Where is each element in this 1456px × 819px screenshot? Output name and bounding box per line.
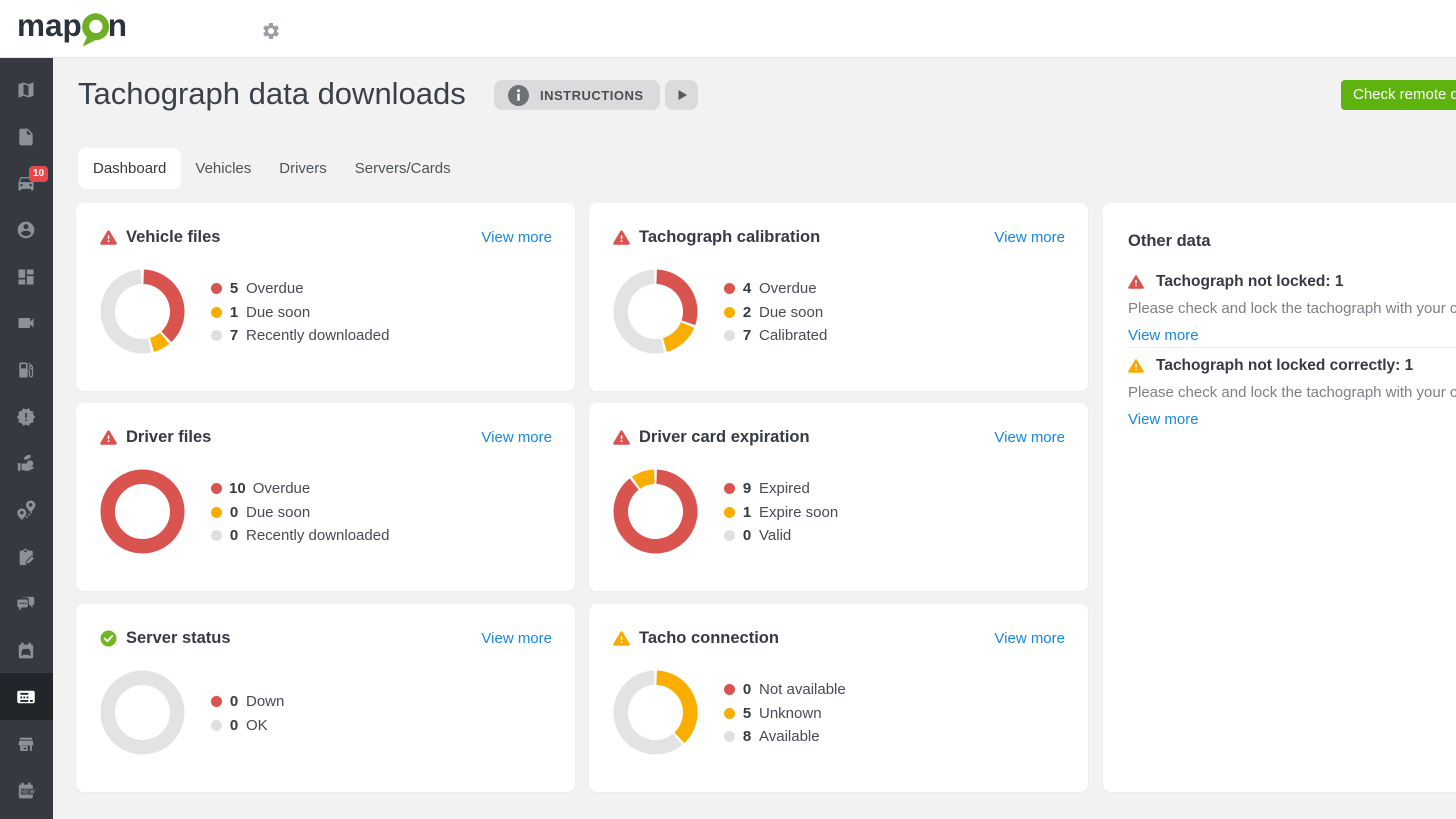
svg-text:NEW: NEW <box>21 790 35 796</box>
